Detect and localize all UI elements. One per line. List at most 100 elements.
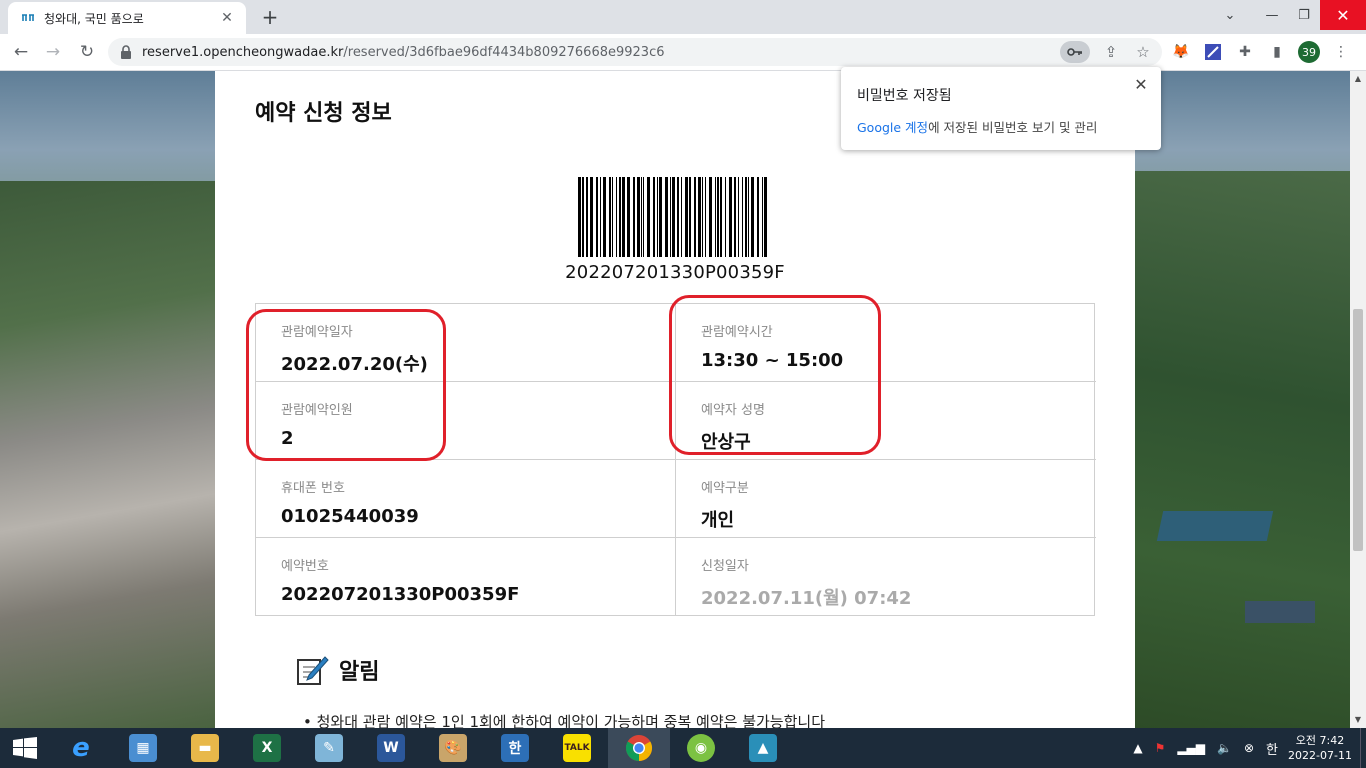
password-saved-popup: 비밀번호 저장됨 Google 계정에 저장된 비밀번호 보기 및 관리 ✕ xyxy=(841,67,1161,150)
barcode-bar xyxy=(609,177,611,257)
clock-date: 2022-07-11 xyxy=(1288,749,1352,762)
notice-heading: 알림 xyxy=(295,653,379,687)
metamask-icon[interactable]: 🦊 xyxy=(1170,41,1192,63)
barcode-bar xyxy=(653,177,655,257)
palace-roof-image xyxy=(1156,511,1274,541)
barcode-bar xyxy=(685,177,688,257)
hangul-icon: 한 xyxy=(501,734,529,762)
taskbar-notepad[interactable]: ✎ xyxy=(298,728,360,768)
scroll-thumb[interactable] xyxy=(1353,309,1363,551)
barcode-bar xyxy=(729,177,732,257)
application-date-value: 2022.07.11(월) 07:42 xyxy=(701,588,912,609)
password-popup-title: 비밀번호 저장됨 xyxy=(857,88,952,104)
scroll-up-arrow-icon[interactable]: ▲ xyxy=(1350,71,1366,87)
popup-close-icon[interactable]: ✕ xyxy=(1131,75,1151,94)
barcode-bar xyxy=(698,177,701,257)
barcode-bar xyxy=(643,177,644,257)
notice-item: 청와대 관람 예약은 1인 1회에 한하여 예약이 가능하며 중복 예약은 불가… xyxy=(303,711,825,728)
taskbar-clock[interactable]: 오전 7:42 2022-07-11 xyxy=(1284,733,1356,763)
password-popup-description: Google 계정에 저장된 비밀번호 보기 및 관리 xyxy=(857,117,1145,136)
ime-indicator[interactable]: 한 xyxy=(1266,739,1278,758)
reload-button[interactable]: ↻ xyxy=(74,39,100,65)
address-bar[interactable]: reserve1.opencheongwadae.kr/reserved/3d6… xyxy=(108,38,1162,66)
side-panel-icon[interactable]: ▮ xyxy=(1266,41,1288,63)
notice-title: 알림 xyxy=(339,660,380,685)
minimize-button[interactable]: — xyxy=(1256,0,1288,30)
taskbar-file-explorer[interactable]: ▬ xyxy=(174,728,236,768)
taskbar-internet-explorer[interactable]: e xyxy=(50,728,112,768)
phone-value: 01025440039 xyxy=(281,506,419,527)
internet-explorer-icon: e xyxy=(72,733,90,763)
tab-search-icon[interactable]: ⌄ xyxy=(1210,0,1250,30)
barcode-bar xyxy=(677,177,679,257)
building-roof-image xyxy=(1245,601,1315,623)
notice-list: 청와대 관람 예약은 1인 1회에 한하여 예약이 가능하며 중복 예약은 불가… xyxy=(303,711,825,728)
close-window-button[interactable]: ✕ xyxy=(1320,0,1366,30)
tab-close-icon[interactable]: ✕ xyxy=(218,10,236,26)
taskbar-green-app[interactable]: ◉ xyxy=(670,728,732,768)
barcode-bar xyxy=(672,177,675,257)
barcode-bar xyxy=(742,177,743,257)
barcode-bar xyxy=(612,177,613,257)
taskbar-excel[interactable]: X xyxy=(236,728,298,768)
system-tray: ▲ ⚑ ▂▄▆ 🔈 ⊗ 한 오전 7:42 2022-07-11 xyxy=(1127,728,1366,768)
tray-expand-icon[interactable]: ▲ xyxy=(1133,741,1142,755)
barcode-bar xyxy=(582,177,584,257)
taskbar-control-panel[interactable]: ▦ xyxy=(112,728,174,768)
share-icon[interactable]: ⇪ xyxy=(1100,41,1122,63)
highlight-time-name xyxy=(669,295,881,455)
barcode-bar xyxy=(578,177,581,257)
browser-tab[interactable]: 청와대, 국민 품으로 ✕ xyxy=(8,2,246,34)
lock-icon xyxy=(121,45,131,59)
password-popup-desc-text: 에 저장된 비밀번호 보기 및 관리 xyxy=(928,120,1098,135)
password-key-icon[interactable] xyxy=(1060,41,1090,63)
taskbar-chrome[interactable] xyxy=(608,728,670,768)
browser-toolbar: ← → ↻ reserve1.opencheongwadae.kr/reserv… xyxy=(0,34,1366,71)
puzzle-icon[interactable]: ✚ xyxy=(1234,41,1256,63)
barcode-bar xyxy=(603,177,606,257)
taskbar-photos[interactable]: ▲ xyxy=(732,728,794,768)
mute-icon[interactable]: ⊗ xyxy=(1244,741,1254,755)
background-landscape-right xyxy=(1135,171,1350,728)
barcode-bar xyxy=(641,177,642,257)
barcode-bar xyxy=(681,177,682,257)
taskbar-kakaotalk[interactable]: TALK xyxy=(546,728,608,768)
profile-avatar[interactable]: 39 xyxy=(1298,41,1320,63)
extension-icon[interactable] xyxy=(1202,41,1224,63)
signal-icon[interactable]: ▂▄▆ xyxy=(1177,741,1205,755)
barcode-bar xyxy=(659,177,662,257)
barcode-bar xyxy=(616,177,617,257)
start-button[interactable] xyxy=(0,728,50,768)
scroll-down-arrow-icon[interactable]: ▼ xyxy=(1350,712,1366,728)
barcode-bar xyxy=(709,177,712,257)
taskbar-word[interactable]: W xyxy=(360,728,422,768)
taskbar-paint[interactable]: 🎨 xyxy=(422,728,484,768)
menu-kebab-icon[interactable]: ⋮ xyxy=(1330,41,1352,63)
barcode-bar xyxy=(665,177,668,257)
network-warning-icon[interactable]: ⚑ xyxy=(1155,741,1166,755)
barcode-bar xyxy=(717,177,719,257)
volume-icon[interactable]: 🔈 xyxy=(1217,741,1232,755)
info-cell-reservation-type: 예약구분 개인 xyxy=(676,460,1096,538)
back-button[interactable]: ← xyxy=(8,39,34,65)
tab-title: 청와대, 국민 품으로 xyxy=(44,11,144,26)
clock-time: 오전 7:42 xyxy=(1295,734,1345,747)
barcode-bar xyxy=(715,177,716,257)
barcode-bar xyxy=(757,177,759,257)
reservation-type-label: 예약구분 xyxy=(701,481,749,496)
taskbar-hangul[interactable]: 한 xyxy=(484,728,546,768)
new-tab-button[interactable]: + xyxy=(258,6,282,28)
omnibox-actions: ⇪ ☆ xyxy=(1060,38,1154,66)
page-title: 예약 신청 정보 xyxy=(255,101,392,126)
google-account-link[interactable]: Google 계정 xyxy=(857,120,928,135)
barcode-bar xyxy=(657,177,658,257)
forward-button[interactable]: → xyxy=(40,39,66,65)
bookmark-star-icon[interactable]: ☆ xyxy=(1132,41,1154,63)
page-scrollbar[interactable]: ▲ ▼ xyxy=(1350,71,1366,728)
barcode-bar xyxy=(694,177,696,257)
extensions-area: 🦊 ✚ ▮ 39 ⋮ xyxy=(1170,38,1352,66)
show-desktop-button[interactable] xyxy=(1360,728,1366,768)
barcode-bar xyxy=(720,177,722,257)
windows-taskbar: e ▦ ▬ X ✎ W 🎨 한 TALK ◉ ▲ ▲ ⚑ ▂▄▆ 🔈 ⊗ 한 오… xyxy=(0,728,1366,768)
restore-button[interactable]: ❐ xyxy=(1288,0,1320,30)
